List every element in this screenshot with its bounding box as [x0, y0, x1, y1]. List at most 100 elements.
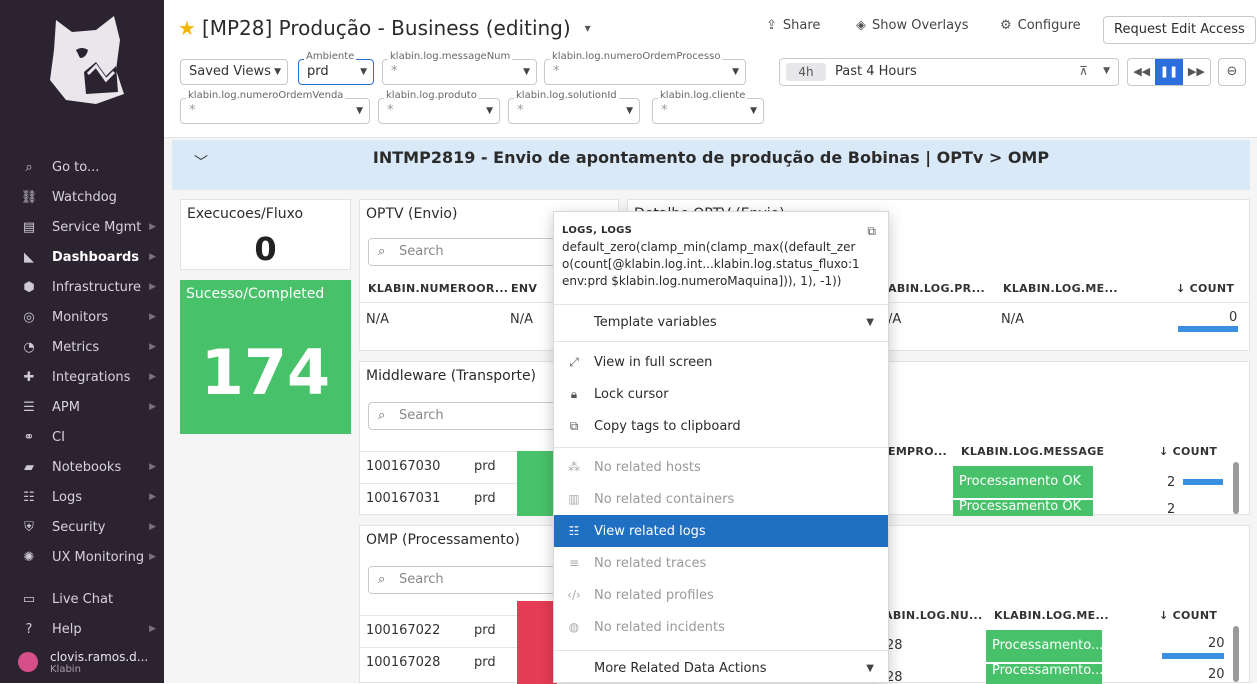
widget-title: Middleware (Transporte) — [366, 368, 537, 384]
star-icon[interactable]: ★ — [178, 16, 196, 40]
widget-value: 174 — [200, 336, 331, 409]
group-title: INTMP2819 - Envio de apontamento de prod… — [372, 148, 1050, 167]
sidebar-item-security[interactable]: ⛨ Security ▶ — [0, 512, 164, 542]
sidebar-item-ci[interactable]: ⚭ CI — [0, 422, 164, 452]
dashboard-title-text: [MP28] Produção - Business (editing) — [201, 16, 571, 40]
saved-views-select[interactable]: Saved Views ▼ — [180, 59, 288, 85]
menu-item-label: No related traces — [594, 555, 707, 571]
time-range-label: Past 4 Hours — [835, 64, 917, 79]
pause-button[interactable]: ❚❚ — [1155, 59, 1183, 85]
column-header[interactable]: KLABIN.LOG.ME... — [994, 609, 1109, 622]
template-variable-klabin-log-cliente[interactable]: klabin.log.cliente * ▼ — [652, 90, 764, 124]
sidebar-item-live-chat[interactable]: ▭ Live Chat — [0, 584, 164, 614]
count-column-header[interactable]: ↓ COUNT — [1159, 609, 1217, 622]
menu-item-label: No related profiles — [594, 587, 714, 603]
column-header[interactable]: KLABIN.LOG.ME... — [1003, 282, 1118, 295]
column-header[interactable]: KLABIN.NUMEROOR... — [368, 282, 508, 295]
column-header[interactable]: ENV — [511, 282, 537, 295]
sidebar-item-label: Security — [52, 519, 106, 535]
show-overlays-button[interactable]: ◈ Show Overlays — [856, 18, 969, 33]
sidebar-item-service-mgmt[interactable]: ▤ Service Mgmt ▶ — [0, 212, 164, 242]
chevron-right-icon: ▶ — [149, 462, 156, 472]
share-button[interactable]: ⇪ Share — [766, 18, 820, 33]
logs-icon: ☷ — [23, 489, 35, 505]
sidebar-item-go-to[interactable]: ⌕ Go to... — [0, 152, 164, 182]
menu-item-view-related-logs[interactable]: ☷ View related logs — [554, 515, 888, 547]
count-column-header[interactable]: ↓ COUNT — [1176, 282, 1234, 295]
menu-item-view-in-full-screen[interactable]: ⤢ View in full screen — [554, 346, 888, 378]
sidebar-item-integrations[interactable]: ✚ Integrations ▶ — [0, 362, 164, 392]
sidebar-item-notebooks[interactable]: ▰ Notebooks ▶ — [0, 452, 164, 482]
ux-icon: ✺ — [23, 549, 35, 565]
message-cell: Processamento... — [986, 630, 1103, 662]
sidebar-item-help[interactable]: ? Help ▶ — [0, 614, 164, 644]
share-icon: ⇪ — [766, 18, 777, 33]
template-variable-klabin-log-messagenum[interactable]: klabin.log.messageNum * ▼ — [382, 51, 537, 85]
sidebar-item-dashboards[interactable]: ◣ Dashboards ▶ — [0, 242, 164, 272]
search-icon: ⌕ — [25, 159, 33, 175]
chat-icon: ▭ — [22, 591, 36, 607]
sidebar-item-infrastructure[interactable]: ⬢ Infrastructure ▶ — [0, 272, 164, 302]
template-variable-klabin-log-numeroordemprocesso[interactable]: klabin.log.numeroOrdemProcesso * ▼ — [544, 51, 746, 85]
sort-arrow-icon: ↓ — [1159, 609, 1173, 622]
time-range-picker[interactable]: 4h Past 4 Hours ⊼ ▼ — [779, 58, 1119, 86]
configure-button[interactable]: ⚙ Configure — [1000, 18, 1081, 33]
scrollbar[interactable] — [1233, 462, 1239, 514]
chevron-down-icon[interactable]: ▾ — [585, 21, 591, 35]
sidebar-item-watchdog[interactable]: ⛓ Watchdog — [0, 182, 164, 212]
sidebar-item-ux-monitoring[interactable]: ✺ UX Monitoring ▶ — [0, 542, 164, 572]
menu-item-no-related-containers: ▥ No related containers — [554, 483, 888, 515]
menu-item-no-related-profiles: ‹/› No related profiles — [554, 579, 888, 611]
status-cell — [517, 451, 557, 516]
scrollbar[interactable] — [1233, 626, 1239, 682]
execucoes-widget[interactable]: Execucoes/Fluxo 0 — [180, 199, 351, 270]
search-input[interactable]: ⌕ Search — [368, 238, 558, 266]
column-header[interactable]: ABIN.LOG.NU... — [884, 609, 982, 622]
request-edit-access-button[interactable]: Request Edit Access — [1103, 16, 1256, 44]
avatar — [18, 652, 38, 672]
sidebar-item-logs[interactable]: ☷ Logs ▶ — [0, 482, 164, 512]
search-input[interactable]: ⌕ Search — [368, 402, 558, 430]
rewind-button[interactable]: ◀◀ — [1128, 59, 1155, 85]
column-header[interactable]: KLABIN.LOG.MESSAGE — [961, 445, 1104, 458]
template-variable-ambiente[interactable]: Ambiente prd ▼ — [298, 51, 374, 85]
menu-heading: LOGS, LOGS — [562, 225, 633, 236]
group-header[interactable]: ﹀ INTMP2819 - Envio de apontamento de pr… — [172, 140, 1250, 190]
user-menu[interactable]: clovis.ramos.d... Klabin — [0, 644, 164, 680]
sidebar-item-apm[interactable]: ☰ APM ▶ — [0, 392, 164, 422]
forward-button[interactable]: ▶▶ — [1183, 59, 1210, 85]
template-variable-klabin-log-numeroordemvenda[interactable]: klabin.log.numeroOrdemVenda * ▼ — [180, 90, 370, 124]
menu-item-copy-tags-to-clipboard[interactable]: ⧉ Copy tags to clipboard — [554, 410, 888, 442]
widget-title: Sucesso/Completed — [186, 286, 325, 302]
sucesso-widget[interactable]: Sucesso/Completed 174 — [180, 280, 351, 434]
menu-item-label: View related logs — [594, 523, 706, 539]
template-variable-klabin-log-solutionid[interactable]: klabin.log.solutionId * ▼ — [508, 90, 640, 124]
datadog-logo-icon[interactable] — [36, 10, 132, 106]
pin-icon[interactable]: ⊼ — [1079, 64, 1088, 78]
sort-arrow-icon: ↓ — [1176, 282, 1190, 295]
widget-title: OPTV (Envio) — [366, 206, 458, 222]
notebook-icon: ▰ — [24, 459, 34, 475]
sidebar-item-monitors[interactable]: ◎ Monitors ▶ — [0, 302, 164, 332]
sidebar-item-label: Help — [52, 621, 82, 637]
count-cell: 2 — [1167, 502, 1176, 517]
column-header[interactable]: EMPRO... — [888, 445, 947, 458]
template-variable-klabin-log-produto[interactable]: klabin.log.produto * ▼ — [378, 90, 500, 124]
zoom-out-button[interactable]: ⊖ — [1218, 58, 1246, 86]
template-variables-toggle[interactable]: Template variables ▼ — [554, 306, 888, 338]
field-value: * — [189, 103, 196, 118]
chevron-down-icon[interactable]: ▼ — [1103, 66, 1110, 76]
gauge-icon: ◔ — [23, 339, 35, 355]
chevron-down-icon: ▼ — [626, 106, 633, 116]
column-header[interactable]: ABIN.LOG.PR... — [888, 282, 985, 295]
table-cell: prd — [474, 623, 496, 638]
copy-icon: ⧉ — [569, 418, 579, 433]
widget-title: Execucoes/Fluxo — [187, 206, 304, 222]
menu-item-label: No related hosts — [594, 459, 701, 475]
search-input[interactable]: ⌕ Search — [368, 566, 558, 594]
more-related-data-actions[interactable]: More Related Data Actions ▼ — [554, 652, 888, 684]
menu-item-lock-cursor[interactable]: 🔒︎ Lock cursor — [554, 378, 888, 410]
sidebar-item-metrics[interactable]: ◔ Metrics ▶ — [0, 332, 164, 362]
count-column-header[interactable]: ↓ COUNT — [1159, 445, 1217, 458]
copy-icon[interactable]: ⧉ — [867, 224, 876, 239]
